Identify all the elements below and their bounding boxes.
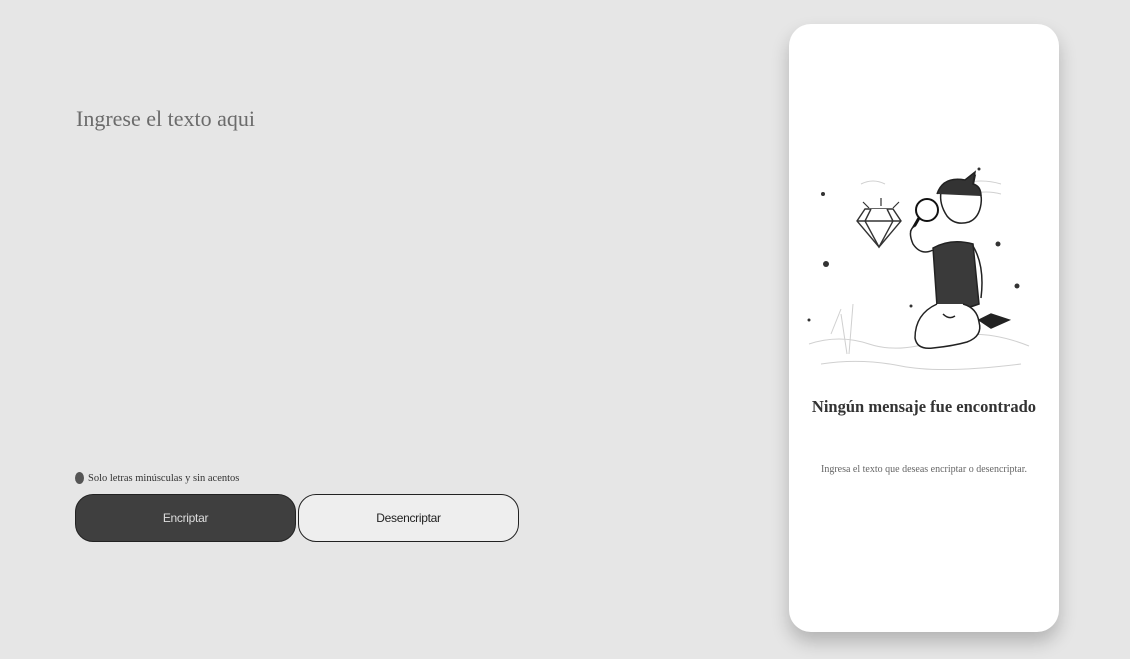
hint-text: Solo letras minúsculas y sin acentos — [88, 472, 240, 484]
output-panel: Ningún mensaje fue encontrado Ingresa el… — [789, 24, 1059, 632]
encrypt-button[interactable]: Encriptar — [75, 494, 296, 542]
no-message-subtitle: Ingresa el texto que deseas encriptar o … — [820, 464, 1028, 475]
info-icon — [75, 472, 84, 484]
text-input[interactable] — [72, 100, 712, 440]
no-message-title: Ningún mensaje fue encontrado — [811, 397, 1037, 416]
decrypt-button[interactable]: Desencriptar — [298, 494, 519, 542]
input-hint: Solo letras minúsculas y sin acentos — [75, 472, 239, 484]
person-with-magnifier-illustration — [807, 167, 1030, 371]
